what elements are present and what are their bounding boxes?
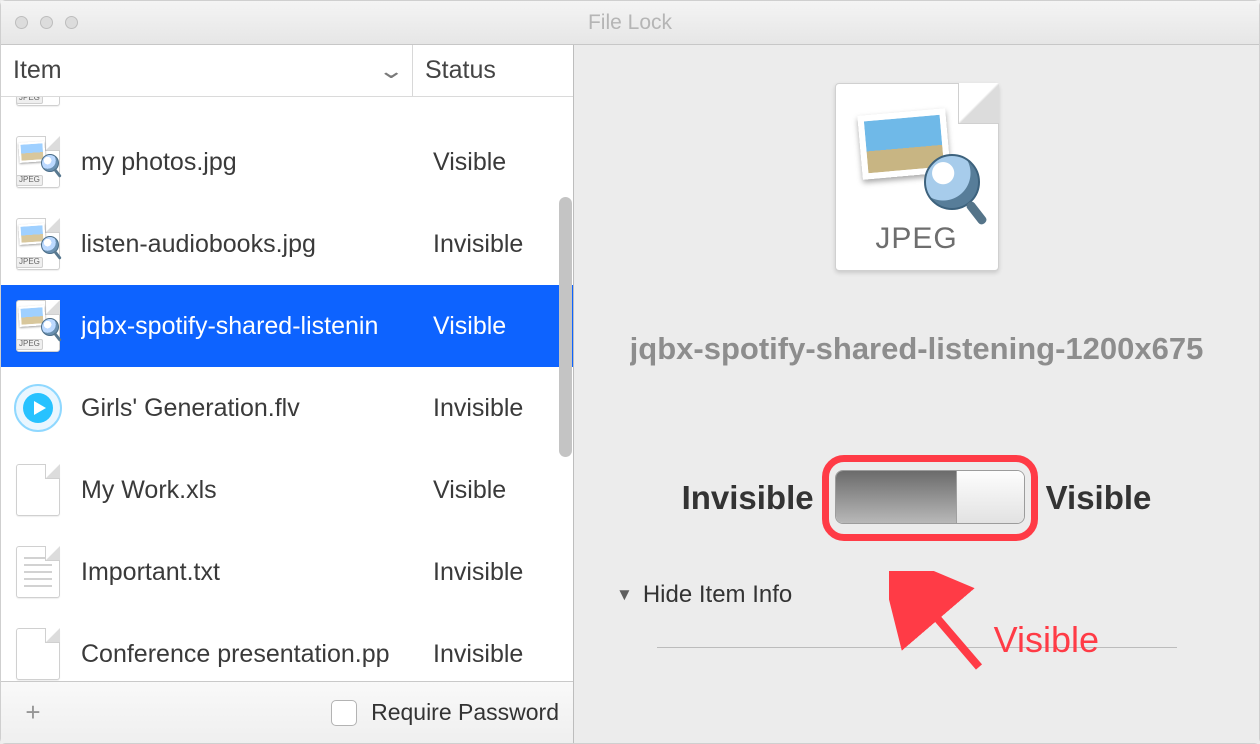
file-status: Invisible: [433, 394, 563, 423]
window-controls: [1, 16, 78, 29]
jpeg-file-icon: JPEG: [13, 136, 63, 188]
annotation-label: Visible: [994, 619, 1099, 661]
file-name: Girls' Generation.flv: [81, 394, 415, 423]
column-item[interactable]: Item ⌄: [1, 45, 413, 96]
visibility-switch-row: Invisible Visible: [682, 455, 1152, 541]
label-invisible: Invisible: [682, 479, 814, 517]
file-status: Invisible: [433, 558, 563, 587]
zoom-icon[interactable]: [65, 16, 78, 29]
file-name: listen-audiobooks.jpg: [81, 230, 415, 259]
video-file-icon: [13, 382, 63, 434]
file-name: my photos.jpg: [81, 148, 415, 177]
file-status: Visible: [433, 148, 563, 177]
table-row[interactable]: JPEG my photos.jpg Visible: [1, 121, 573, 203]
file-status: Visible: [433, 476, 563, 505]
require-password-label: Require Password: [371, 699, 559, 726]
scrollbar-thumb[interactable]: [559, 197, 572, 457]
magnifier-icon: [924, 154, 980, 210]
table-row[interactable]: Conference presentation.pp Invisible: [1, 613, 573, 681]
toggle-knob: [956, 471, 1024, 523]
annotation-highlight: [822, 455, 1038, 541]
divider: [657, 647, 1177, 648]
hide-item-info-label: Hide Item Info: [643, 581, 792, 609]
annotation-arrow-icon: [889, 571, 1009, 691]
toggle-track: [836, 471, 956, 523]
table-row[interactable]: JPEG jqbx-spotify-shared-listenin Visible: [1, 285, 573, 367]
table-row[interactable]: Girls' Generation.flv Invisible: [1, 367, 573, 449]
file-list-panel: Item ⌄ Status JPEG JPEG my photos.jpg Vis…: [1, 45, 574, 743]
column-item-label: Item: [13, 56, 62, 85]
file-status: Invisible: [433, 230, 563, 259]
column-status-label: Status: [425, 56, 496, 85]
document-file-icon: [13, 464, 63, 516]
add-button[interactable]: +: [15, 695, 51, 731]
table-header: Item ⌄ Status: [1, 45, 573, 97]
detail-filename: jqbx-spotify-shared-listening-1200x675: [630, 331, 1204, 367]
file-name: My Work.xls: [81, 476, 415, 505]
file-name: jqbx-spotify-shared-listenin: [81, 312, 415, 341]
chevron-down-icon: ⌄: [377, 58, 405, 84]
detail-panel: JPEG jqbx-spotify-shared-listening-1200x…: [574, 45, 1259, 743]
file-preview-icon: JPEG: [835, 83, 999, 271]
title-bar: File Lock: [1, 1, 1259, 45]
hide-item-info-toggle[interactable]: ▼ Hide Item Info: [616, 581, 792, 609]
jpeg-file-icon: JPEG: [13, 218, 63, 270]
jpeg-file-icon: JPEG: [13, 97, 63, 106]
table-row[interactable]: Important.txt Invisible: [1, 531, 573, 613]
window-title: File Lock: [1, 11, 1259, 35]
require-password-checkbox[interactable]: [331, 700, 357, 726]
file-type-badge: JPEG: [836, 222, 998, 256]
document-file-icon: [13, 628, 63, 680]
file-name: Conference presentation.pp: [81, 640, 415, 669]
column-status[interactable]: Status: [413, 45, 573, 96]
footer-bar: + Require Password: [1, 681, 573, 743]
table-row[interactable]: My Work.xls Visible: [1, 449, 573, 531]
disclosure-triangle-icon: ▼: [616, 585, 633, 605]
table-row[interactable]: JPEG: [1, 97, 573, 121]
close-icon[interactable]: [15, 16, 28, 29]
table-row[interactable]: JPEG listen-audiobooks.jpg Invisible: [1, 203, 573, 285]
label-visible: Visible: [1046, 479, 1152, 517]
text-file-icon: [13, 546, 63, 598]
file-name: Important.txt: [81, 558, 415, 587]
minimize-icon[interactable]: [40, 16, 53, 29]
file-list[interactable]: JPEG JPEG my photos.jpg Visible JPEG list…: [1, 97, 573, 681]
visibility-toggle[interactable]: [835, 470, 1025, 524]
file-status: Invisible: [433, 640, 563, 669]
jpeg-file-icon: JPEG: [13, 300, 63, 352]
file-status: Visible: [433, 312, 563, 341]
